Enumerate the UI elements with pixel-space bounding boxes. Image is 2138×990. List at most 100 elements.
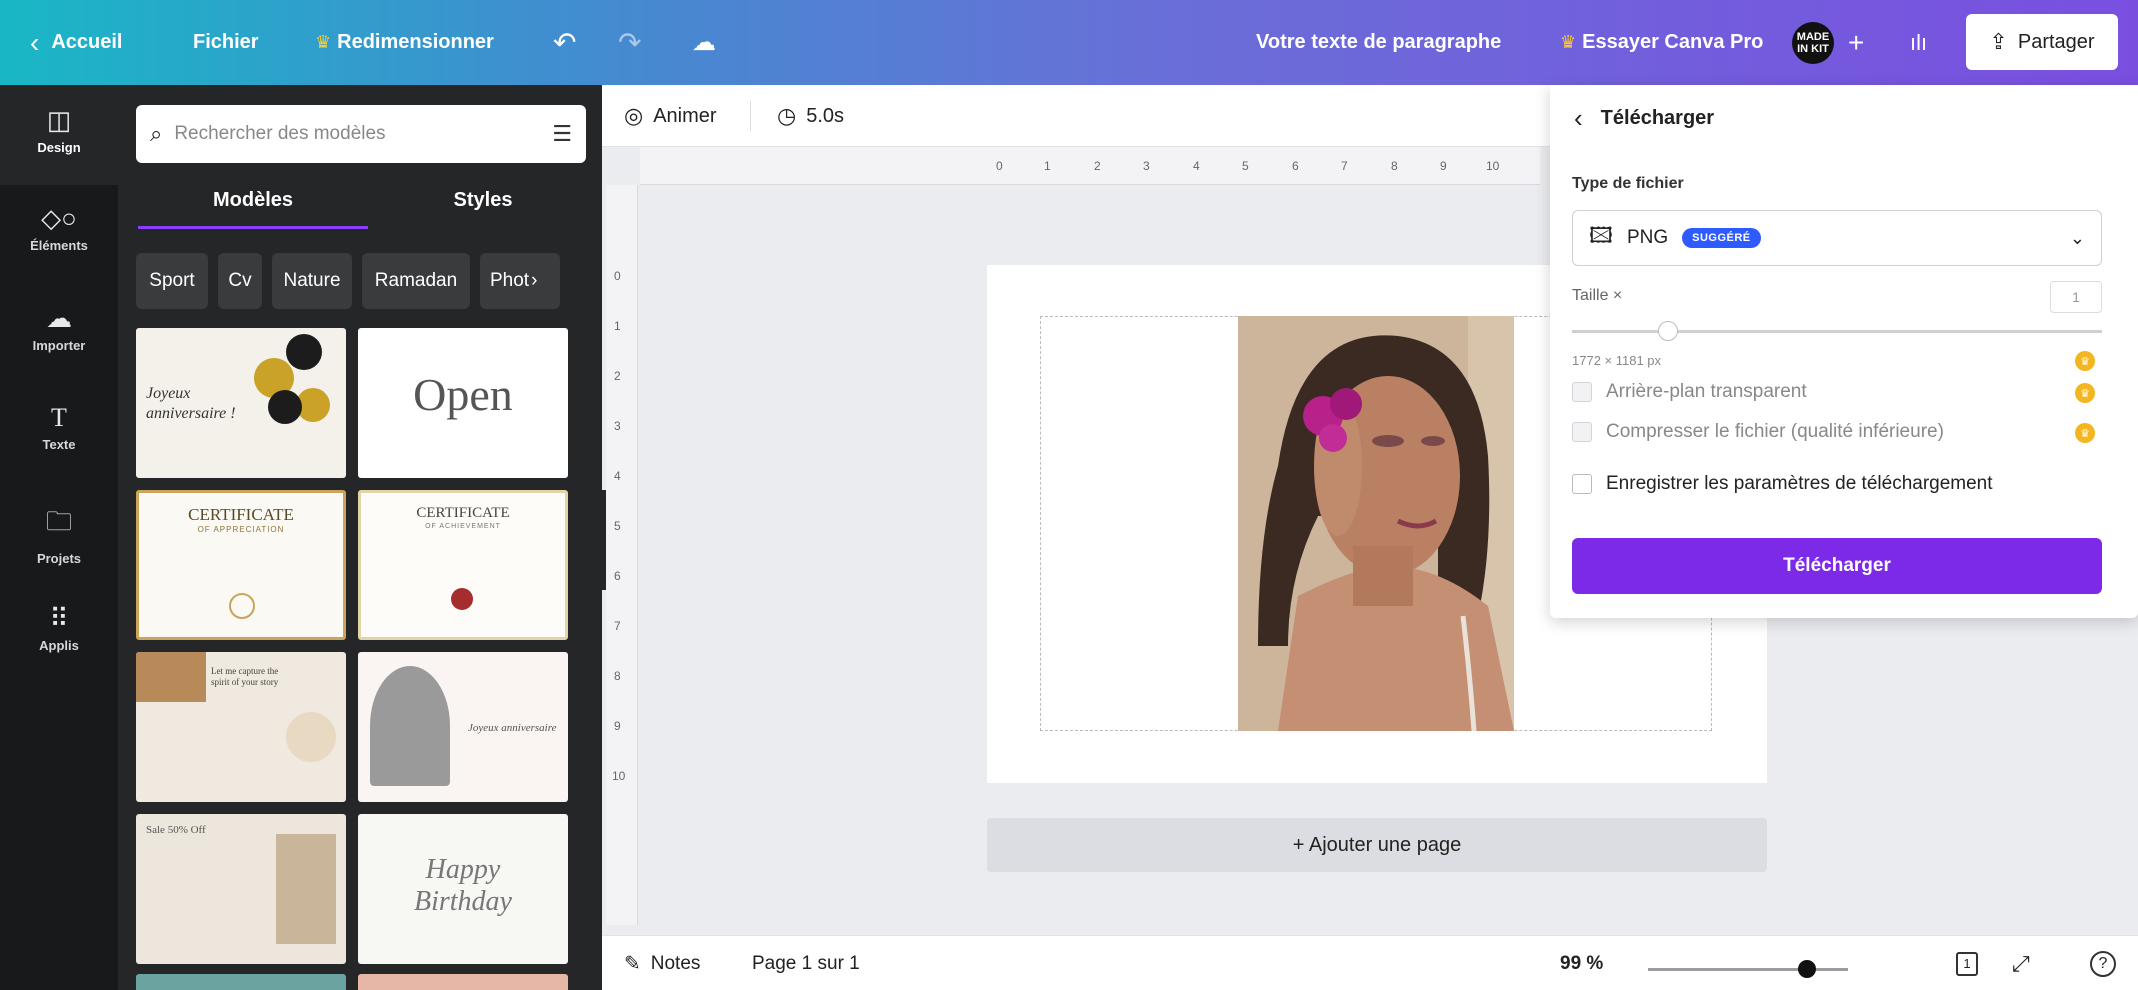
template-card[interactable]: CERTIFICATE OF APPRECIATION xyxy=(136,490,346,640)
compress-label: Compresser le fichier (qualité inférieur… xyxy=(1606,421,1944,442)
template-search-input[interactable] xyxy=(174,123,553,145)
top-bar: ‹ Accueil Fichier ♛ Redimensionner ↶ ↷ ☁… xyxy=(0,0,2138,85)
resize-label: Redimensionner xyxy=(337,31,494,53)
duration-button[interactable]: ◷ 5.0s xyxy=(777,85,844,147)
page-grid-button[interactable]: 1 xyxy=(1956,936,1978,990)
folder-icon: 🗀 xyxy=(45,506,72,536)
vertical-ruler: 0 1 2 3 4 5 6 7 8 9 10 xyxy=(606,185,638,925)
back-chevron-icon: ‹ xyxy=(1574,103,1583,133)
chip-photo[interactable]: Phot › xyxy=(480,253,560,309)
download-title: Télécharger xyxy=(1600,107,1715,129)
template-card[interactable]: Joyeux anniversaire ! xyxy=(136,328,346,478)
compress-option[interactable]: Compresser le fichier (qualité inférieur… xyxy=(1572,421,1944,443)
ruler-v-label: 2 xyxy=(614,369,621,383)
try-pro-button[interactable]: ♛ Essayer Canva Pro xyxy=(1560,0,1763,85)
chip-ramadan[interactable]: Ramadan xyxy=(362,253,470,309)
template-card[interactable]: Sale 50% Off xyxy=(136,814,346,964)
animate-label: Animer xyxy=(653,104,717,127)
undo-icon[interactable]: ↶ xyxy=(553,0,576,85)
insights-chart-icon[interactable]: ılı xyxy=(1910,0,1927,85)
template-card[interactable]: Joyeux anniversaire xyxy=(358,652,568,802)
chevron-right-icon: › xyxy=(531,270,538,291)
template-text: Joyeux anniversaire ! xyxy=(146,385,236,422)
compress-checkbox[interactable] xyxy=(1572,422,1592,442)
cloud-saved-icon[interactable]: ☁ xyxy=(692,0,716,85)
shapes-icon: ◇○ xyxy=(41,203,77,233)
crown-icon: ♛ xyxy=(1560,32,1577,52)
rail-item-elements[interactable]: ◇○ Éléments xyxy=(0,203,118,253)
template-card[interactable]: CERTIFICATE OF ACHIEVEMENT xyxy=(358,490,568,640)
template-card[interactable] xyxy=(136,974,346,990)
crown-icon: ♛ xyxy=(315,32,332,52)
template-subtext: OF APPRECIATION xyxy=(197,525,285,534)
save-settings-option[interactable]: Enregistrer les paramètres de télécharge… xyxy=(1572,473,1993,495)
zoom-slider-track[interactable] xyxy=(1648,968,1848,971)
notes-label: Notes xyxy=(650,952,701,974)
home-button[interactable]: ‹ Accueil xyxy=(30,0,122,85)
ruler-h-label: 4 xyxy=(1193,159,1200,173)
size-slider-knob[interactable] xyxy=(1658,321,1678,341)
template-text: CERTIFICATE xyxy=(416,505,510,521)
chip-nature[interactable]: Nature xyxy=(272,253,352,309)
template-card[interactable]: Happy Birthday xyxy=(358,814,568,964)
text-icon: T xyxy=(51,403,67,432)
help-button[interactable]: ? xyxy=(2090,936,2116,990)
tab-styles[interactable]: Styles xyxy=(368,185,598,229)
download-button[interactable]: Télécharger xyxy=(1572,538,2102,594)
chip-sport[interactable]: Sport xyxy=(136,253,208,309)
rail-label-upload: Importer xyxy=(32,338,86,353)
size-input[interactable]: 1 xyxy=(2050,281,2102,313)
transparent-bg-checkbox[interactable] xyxy=(1572,382,1592,402)
ruler-h-label: 6 xyxy=(1292,159,1299,173)
size-slider-track[interactable] xyxy=(1572,330,2102,333)
ruler-h-label: 10 xyxy=(1486,159,1500,173)
animate-icon: ◎ xyxy=(624,103,644,128)
rail-item-projects[interactable]: 🗀 Projets xyxy=(0,503,118,566)
rail-label-design: Design xyxy=(37,140,81,155)
add-page-button[interactable]: + Ajouter une page xyxy=(987,818,1767,872)
ruler-h-label: 0 xyxy=(996,159,1003,173)
rail-item-upload[interactable]: ☁ Importer xyxy=(0,303,118,353)
ruler-h-label: 8 xyxy=(1391,159,1398,173)
chip-cv[interactable]: Cv xyxy=(218,253,262,309)
clock-icon: ◷ xyxy=(777,103,797,128)
ruler-v-label: 3 xyxy=(614,419,621,433)
rail-item-design[interactable]: ◫ Design xyxy=(0,85,118,185)
ruler-v-label: 9 xyxy=(614,719,621,733)
rail-item-apps[interactable]: ⠿ Applis xyxy=(0,603,118,653)
template-card[interactable] xyxy=(358,974,568,990)
search-icon: ⌕ xyxy=(150,121,163,146)
canva-editor: ‹ Accueil Fichier ♛ Redimensionner ↶ ↷ ☁… xyxy=(0,0,2138,990)
share-button[interactable]: ⇪ Partager xyxy=(1966,14,2118,70)
transparent-bg-option[interactable]: Arrière-plan transparent xyxy=(1572,381,1807,403)
file-type-select[interactable]: 🖾 PNG SUGGÉRÉ ⌄ xyxy=(1572,210,2102,266)
rail-label-apps: Applis xyxy=(39,638,79,653)
save-settings-checkbox[interactable] xyxy=(1572,474,1592,494)
avatar[interactable]: MADE IN KIT xyxy=(1792,22,1834,64)
template-card[interactable]: Let me capture the spirit of your story xyxy=(136,652,346,802)
chevron-down-icon: ⌄ xyxy=(2069,227,2085,248)
chip-photo-label: Phot xyxy=(490,270,530,291)
file-menu-button[interactable]: Fichier xyxy=(193,0,259,85)
fullscreen-expand-icon[interactable]: ⤢ xyxy=(2012,936,2030,990)
portrait-photo[interactable] xyxy=(1238,316,1514,731)
zoom-slider-knob[interactable] xyxy=(1798,960,1816,978)
upload-cloud-icon: ☁ xyxy=(46,303,72,333)
zoom-percent[interactable]: 99 % xyxy=(1560,936,1603,990)
template-text: Open xyxy=(413,369,513,420)
rail-item-text[interactable]: T Texte xyxy=(0,403,118,452)
add-collaborator-icon[interactable]: + xyxy=(1848,0,1864,85)
ruler-h-label: 5 xyxy=(1242,159,1249,173)
template-text: Sale 50% Off xyxy=(146,824,206,836)
filter-sliders-icon[interactable]: ☰ xyxy=(552,121,572,147)
document-title[interactable]: Votre texte de paragraphe xyxy=(1256,0,1501,85)
resize-button[interactable]: ♛ Redimensionner xyxy=(315,0,494,85)
animate-button[interactable]: ◎ Animer xyxy=(624,85,717,147)
download-header[interactable]: ‹ Télécharger xyxy=(1574,103,1714,134)
size-label: Taille × xyxy=(1572,287,1623,304)
pro-crown-icon: ♛ xyxy=(2075,383,2095,403)
tab-templates[interactable]: Modèles xyxy=(138,185,368,229)
redo-icon[interactable]: ↷ xyxy=(618,0,641,85)
template-card[interactable]: Open xyxy=(358,328,568,478)
notes-button[interactable]: ✎ Notes xyxy=(624,936,700,990)
